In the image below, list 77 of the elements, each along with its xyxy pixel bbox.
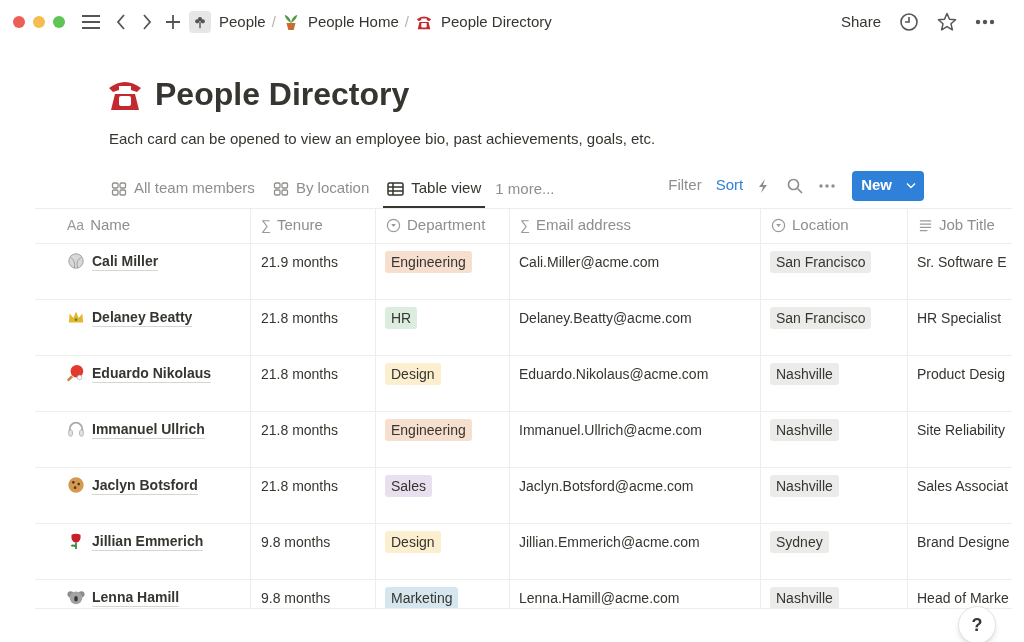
table-cell: 9.8 months bbox=[250, 523, 375, 579]
text-property-icon bbox=[918, 218, 933, 233]
grid-icon bbox=[272, 180, 289, 197]
table-cell: Jillian.Emmerich@acme.com bbox=[509, 523, 760, 579]
page-title: People Directory bbox=[155, 75, 410, 114]
table-cell: Lenna.Hamill@acme.com bbox=[509, 579, 760, 608]
department-tag: Marketing bbox=[385, 586, 459, 608]
table-cell: Sales Associat bbox=[917, 477, 1009, 494]
name-link[interactable]: Lenna Hamill bbox=[92, 587, 180, 607]
close-window-button[interactable] bbox=[13, 16, 25, 28]
location-tag: San Francisco bbox=[770, 250, 872, 273]
clock-icon[interactable] bbox=[899, 12, 919, 32]
table-cell: Site Reliability bbox=[917, 421, 1005, 438]
table-cell: Eduardo.Nikolaus@acme.com bbox=[509, 355, 760, 411]
department-tag: Design bbox=[385, 362, 441, 385]
breadcrumb-link[interactable]: People Directory bbox=[414, 10, 552, 34]
location-tag: Sydney bbox=[770, 530, 829, 553]
table-icon bbox=[387, 180, 405, 197]
ball-icon bbox=[67, 251, 85, 270]
plus-icon[interactable] bbox=[165, 14, 181, 30]
flower-icon bbox=[189, 11, 211, 33]
name-link[interactable]: Cali Miller bbox=[92, 251, 159, 271]
table-cell: 21.8 months bbox=[250, 467, 375, 523]
table-cell: Immanuel.Ullrich@acme.com bbox=[509, 411, 760, 467]
department-tag: Sales bbox=[385, 474, 433, 497]
location-tag: San Francisco bbox=[770, 306, 872, 329]
breadcrumb-link[interactable]: People Home bbox=[281, 10, 399, 34]
chevron-down-icon bbox=[906, 182, 916, 189]
name-link[interactable]: Jaclyn Botsford bbox=[92, 475, 198, 495]
property-type-icon: ∑ bbox=[520, 215, 530, 236]
property-type-icon: ∑ bbox=[261, 215, 271, 236]
select-property-icon bbox=[771, 218, 786, 233]
location-tag: Nashville bbox=[770, 474, 839, 497]
headphones-icon bbox=[67, 419, 85, 438]
department-tag: Engineering bbox=[385, 250, 472, 273]
table-cell: Delaney.Beatty@acme.com bbox=[509, 299, 760, 355]
table-cell: Brand Designe bbox=[917, 533, 1010, 550]
grid-icon bbox=[111, 180, 127, 197]
select-property-icon bbox=[386, 218, 401, 233]
toolbar-action[interactable]: Sort bbox=[715, 174, 744, 197]
table-cell: Head of Marke bbox=[917, 589, 1009, 606]
department-tag: HR bbox=[385, 306, 418, 329]
table-cell: 21.8 months bbox=[250, 411, 375, 467]
share-button[interactable]: Share bbox=[840, 10, 881, 34]
search-icon[interactable] bbox=[787, 177, 804, 194]
table-cell: Sr. Software E bbox=[917, 253, 1007, 270]
table-cell: 21.9 months bbox=[250, 243, 375, 299]
location-tag: Nashville bbox=[770, 586, 839, 608]
name-link[interactable]: Eduardo Nikolaus bbox=[92, 363, 212, 383]
more-icon[interactable] bbox=[975, 19, 995, 25]
name-link[interactable]: Jillian Emmerich bbox=[92, 531, 204, 551]
department-tag: Engineering bbox=[385, 418, 472, 441]
more-icon[interactable] bbox=[819, 183, 836, 188]
table-cell: 21.8 months bbox=[250, 299, 375, 355]
table-cell: HR Specialist bbox=[917, 309, 1002, 326]
table-cell: 21.8 months bbox=[250, 355, 375, 411]
table-cell: 9.8 months bbox=[250, 579, 375, 608]
location-tag: Nashville bbox=[770, 362, 839, 385]
paddle-icon bbox=[67, 363, 85, 382]
location-tag: Nashville bbox=[770, 418, 839, 441]
view-tab[interactable]: Table view bbox=[383, 171, 486, 208]
property-type-icon: Aa bbox=[67, 215, 85, 236]
department-tag: Design bbox=[385, 530, 441, 553]
help-button[interactable]: ? bbox=[958, 606, 996, 642]
new-button[interactable]: New bbox=[852, 170, 924, 201]
table-cell: Cali.Miller@acme.com bbox=[509, 243, 760, 299]
table-cell: Jaclyn.Botsford@acme.com bbox=[509, 467, 760, 523]
star-icon[interactable] bbox=[937, 12, 957, 32]
page-description: Each card can be opened to view an employee bio, past achievements, goals, etc. bbox=[109, 129, 657, 149]
breadcrumb-separator: / bbox=[271, 11, 276, 32]
name-link[interactable]: Delaney Beatty bbox=[92, 307, 193, 327]
menu-icon[interactable] bbox=[81, 14, 101, 30]
cookie-icon bbox=[67, 475, 85, 494]
breadcrumb-link[interactable]: People bbox=[189, 10, 266, 34]
name-link[interactable]: Immanuel Ullrich bbox=[92, 419, 205, 439]
table-cell: Product Desig bbox=[917, 365, 1005, 382]
breadcrumb-separator: / bbox=[404, 11, 409, 32]
